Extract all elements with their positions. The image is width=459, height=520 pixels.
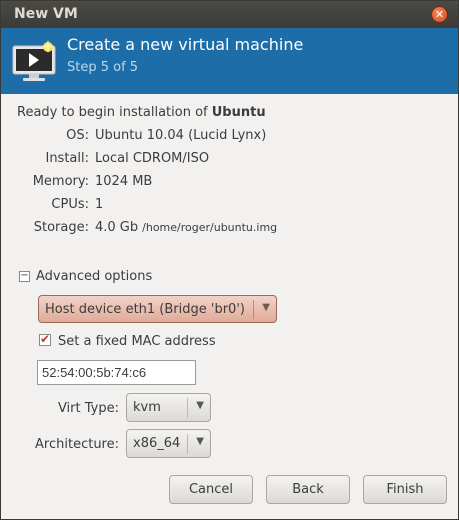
cpus-value: 1	[95, 197, 104, 212]
advanced-options-expander[interactable]: − Advanced options	[19, 269, 152, 284]
mac-address-input[interactable]	[37, 360, 196, 385]
chevron-down-icon: ▼	[262, 302, 270, 313]
os-value: Ubuntu 10.04 (Lucid Lynx)	[95, 128, 267, 143]
chevron-down-icon: ▼	[196, 436, 204, 447]
fixed-mac-checkbox[interactable]: Set a fixed MAC address	[39, 332, 216, 349]
combo-separator	[253, 300, 254, 319]
virt-type-label: Virt Type:	[57, 401, 119, 416]
virt-type-select[interactable]: kvm ▼	[126, 393, 211, 422]
memory-label: Memory:	[32, 174, 89, 189]
combo-separator	[187, 398, 188, 418]
finish-button[interactable]: Finish	[363, 475, 447, 504]
storage-size: 4.0 Gb	[95, 220, 139, 235]
close-icon[interactable]: ✕	[431, 6, 448, 23]
combo-separator	[187, 434, 188, 454]
ready-prefix: Ready to begin installation of	[17, 105, 212, 120]
storage-path: /home/roger/ubuntu.img	[142, 221, 278, 234]
advanced-options-label: Advanced options	[36, 269, 153, 284]
storage-value: 4.0 Gb/home/roger/ubuntu.img	[95, 220, 277, 235]
install-value: Local CDROM/ISO	[95, 151, 210, 166]
checkbox-checked-icon[interactable]	[39, 332, 51, 346]
ready-text: Ready to begin installation of Ubuntu	[17, 105, 266, 120]
network-select[interactable]: Host device eth1 (Bridge 'br0') ▼	[38, 295, 277, 323]
cpus-label: CPUs:	[51, 197, 89, 212]
titlebar[interactable]: New VM ✕	[1, 1, 458, 28]
monitor-icon	[12, 40, 56, 81]
back-button[interactable]: Back	[266, 475, 350, 504]
network-selected-value: Host device eth1 (Bridge 'br0')	[45, 302, 245, 317]
architecture-select[interactable]: x86_64 ▼	[126, 429, 211, 458]
architecture-selected-value: x86_64	[133, 436, 181, 451]
ready-os-name: Ubuntu	[211, 105, 266, 120]
os-label: OS:	[66, 128, 89, 143]
fixed-mac-label: Set a fixed MAC address	[58, 334, 216, 349]
architecture-label: Architecture:	[35, 437, 119, 452]
memory-value: 1024 MB	[95, 174, 153, 189]
wizard-header: Create a new virtual machine Step 5 of 5	[1, 28, 458, 94]
new-vm-window: New VM ✕ Create a new virtual machine St…	[0, 0, 459, 520]
wizard-step: Step 5 of 5	[67, 60, 139, 75]
wizard-title: Create a new virtual machine	[67, 35, 304, 54]
virt-type-selected-value: kvm	[133, 400, 161, 415]
collapse-icon[interactable]: −	[19, 271, 30, 282]
install-label: Install:	[45, 151, 89, 166]
cancel-button[interactable]: Cancel	[169, 475, 253, 504]
storage-label: Storage:	[33, 220, 89, 235]
window-title: New VM	[14, 6, 78, 22]
chevron-down-icon: ▼	[196, 400, 204, 411]
